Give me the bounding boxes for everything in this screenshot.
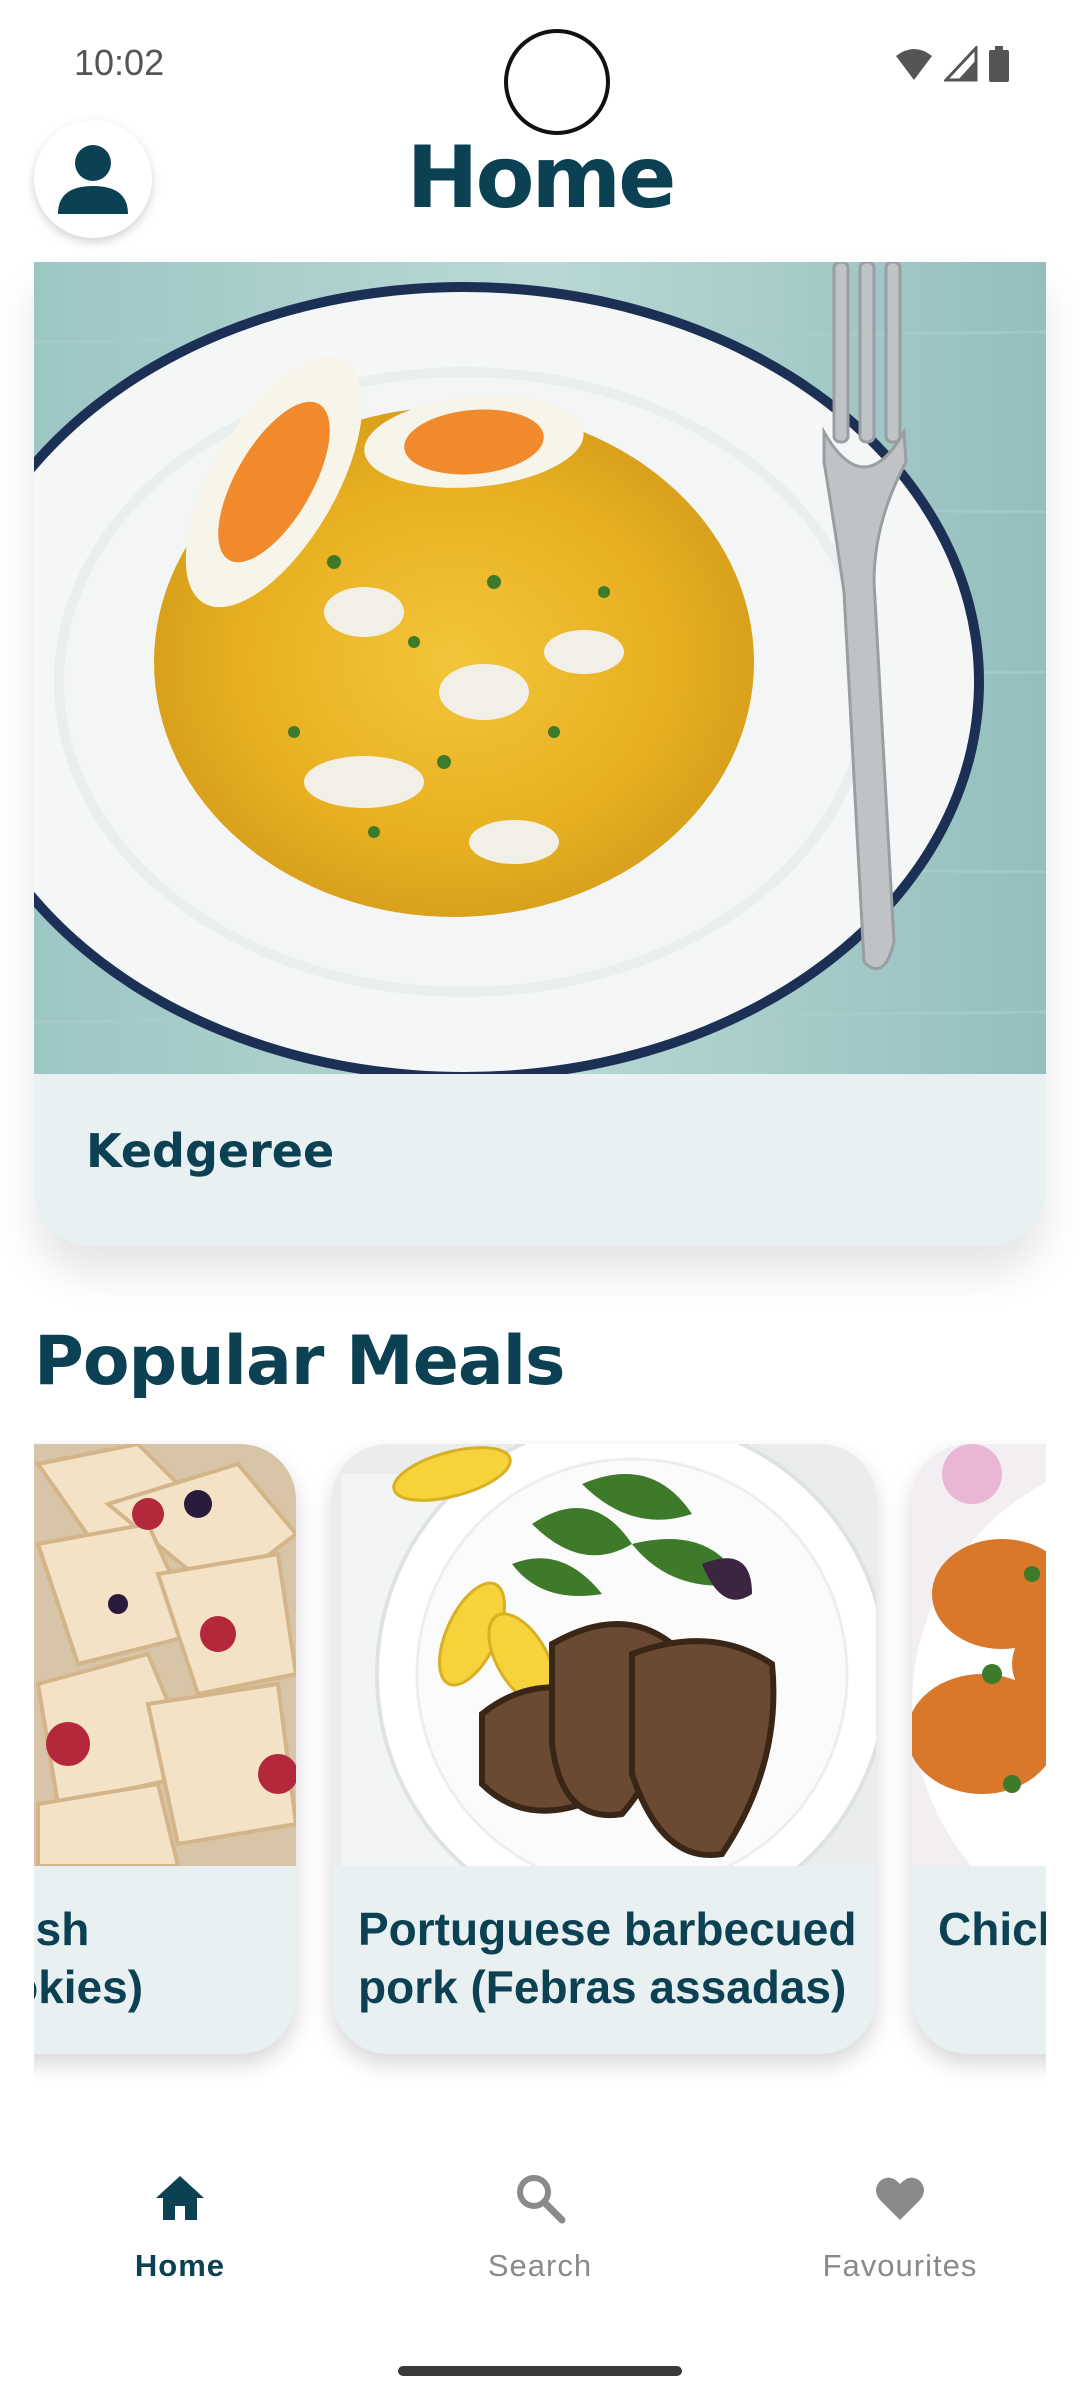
featured-meal-image <box>34 262 1046 1074</box>
meal-title: olish ookies) <box>34 1900 272 2016</box>
signal-icon <box>944 46 978 82</box>
heart-icon <box>876 2177 924 2220</box>
nav-label-search: Search <box>487 2248 593 2283</box>
meal-title: Chick <box>938 1900 1046 1958</box>
meal-image <box>34 1444 296 1866</box>
nav-item-favourites[interactable]: Favourites <box>770 2170 1030 2320</box>
header: Home <box>0 118 1080 248</box>
gesture-navigation-bar[interactable] <box>398 2366 682 2376</box>
page-title: Home <box>406 128 677 228</box>
nav-item-search[interactable]: Search <box>410 2170 670 2320</box>
nav-label-favourites: Favourites <box>822 2248 978 2283</box>
status-bar: 10:02 <box>0 0 1080 135</box>
featured-meal-card[interactable]: Kedgeree <box>34 262 1046 1246</box>
meal-image <box>912 1444 1046 1866</box>
meal-image <box>332 1444 876 1866</box>
meal-title-line: Chick <box>938 1903 1046 1955</box>
wifi-icon <box>896 49 932 80</box>
search-icon <box>517 2175 566 2224</box>
featured-meal-title: Kedgeree <box>86 1124 335 1178</box>
meal-title: Portuguese barbecued pork (Febras assada… <box>358 1900 856 2016</box>
popular-meals-carousel[interactable]: olish ookies) <box>34 1440 1046 2100</box>
meal-card[interactable]: Portuguese barbecued pork (Febras assada… <box>332 1444 876 2054</box>
status-time: 10:02 <box>74 42 165 83</box>
meal-card[interactable]: olish ookies) <box>34 1444 296 2054</box>
meal-title-line: olish <box>34 1903 90 1955</box>
meal-title-line: pork (Febras assadas) <box>358 1961 847 2013</box>
meal-title-line: ookies) <box>34 1961 144 2013</box>
home-icon <box>156 2176 204 2220</box>
section-title-popular: Popular Meals <box>34 1322 566 1401</box>
meal-card[interactable]: Chick <box>912 1444 1046 2054</box>
meal-title-line: Portuguese barbecued <box>358 1903 857 1955</box>
battery-icon <box>989 46 1009 82</box>
bottom-navigation: Home Search Favourites <box>0 2130 1080 2330</box>
nav-item-home[interactable]: Home <box>50 2170 310 2320</box>
nav-label-home: Home <box>134 2248 226 2283</box>
status-icons <box>894 46 1010 82</box>
